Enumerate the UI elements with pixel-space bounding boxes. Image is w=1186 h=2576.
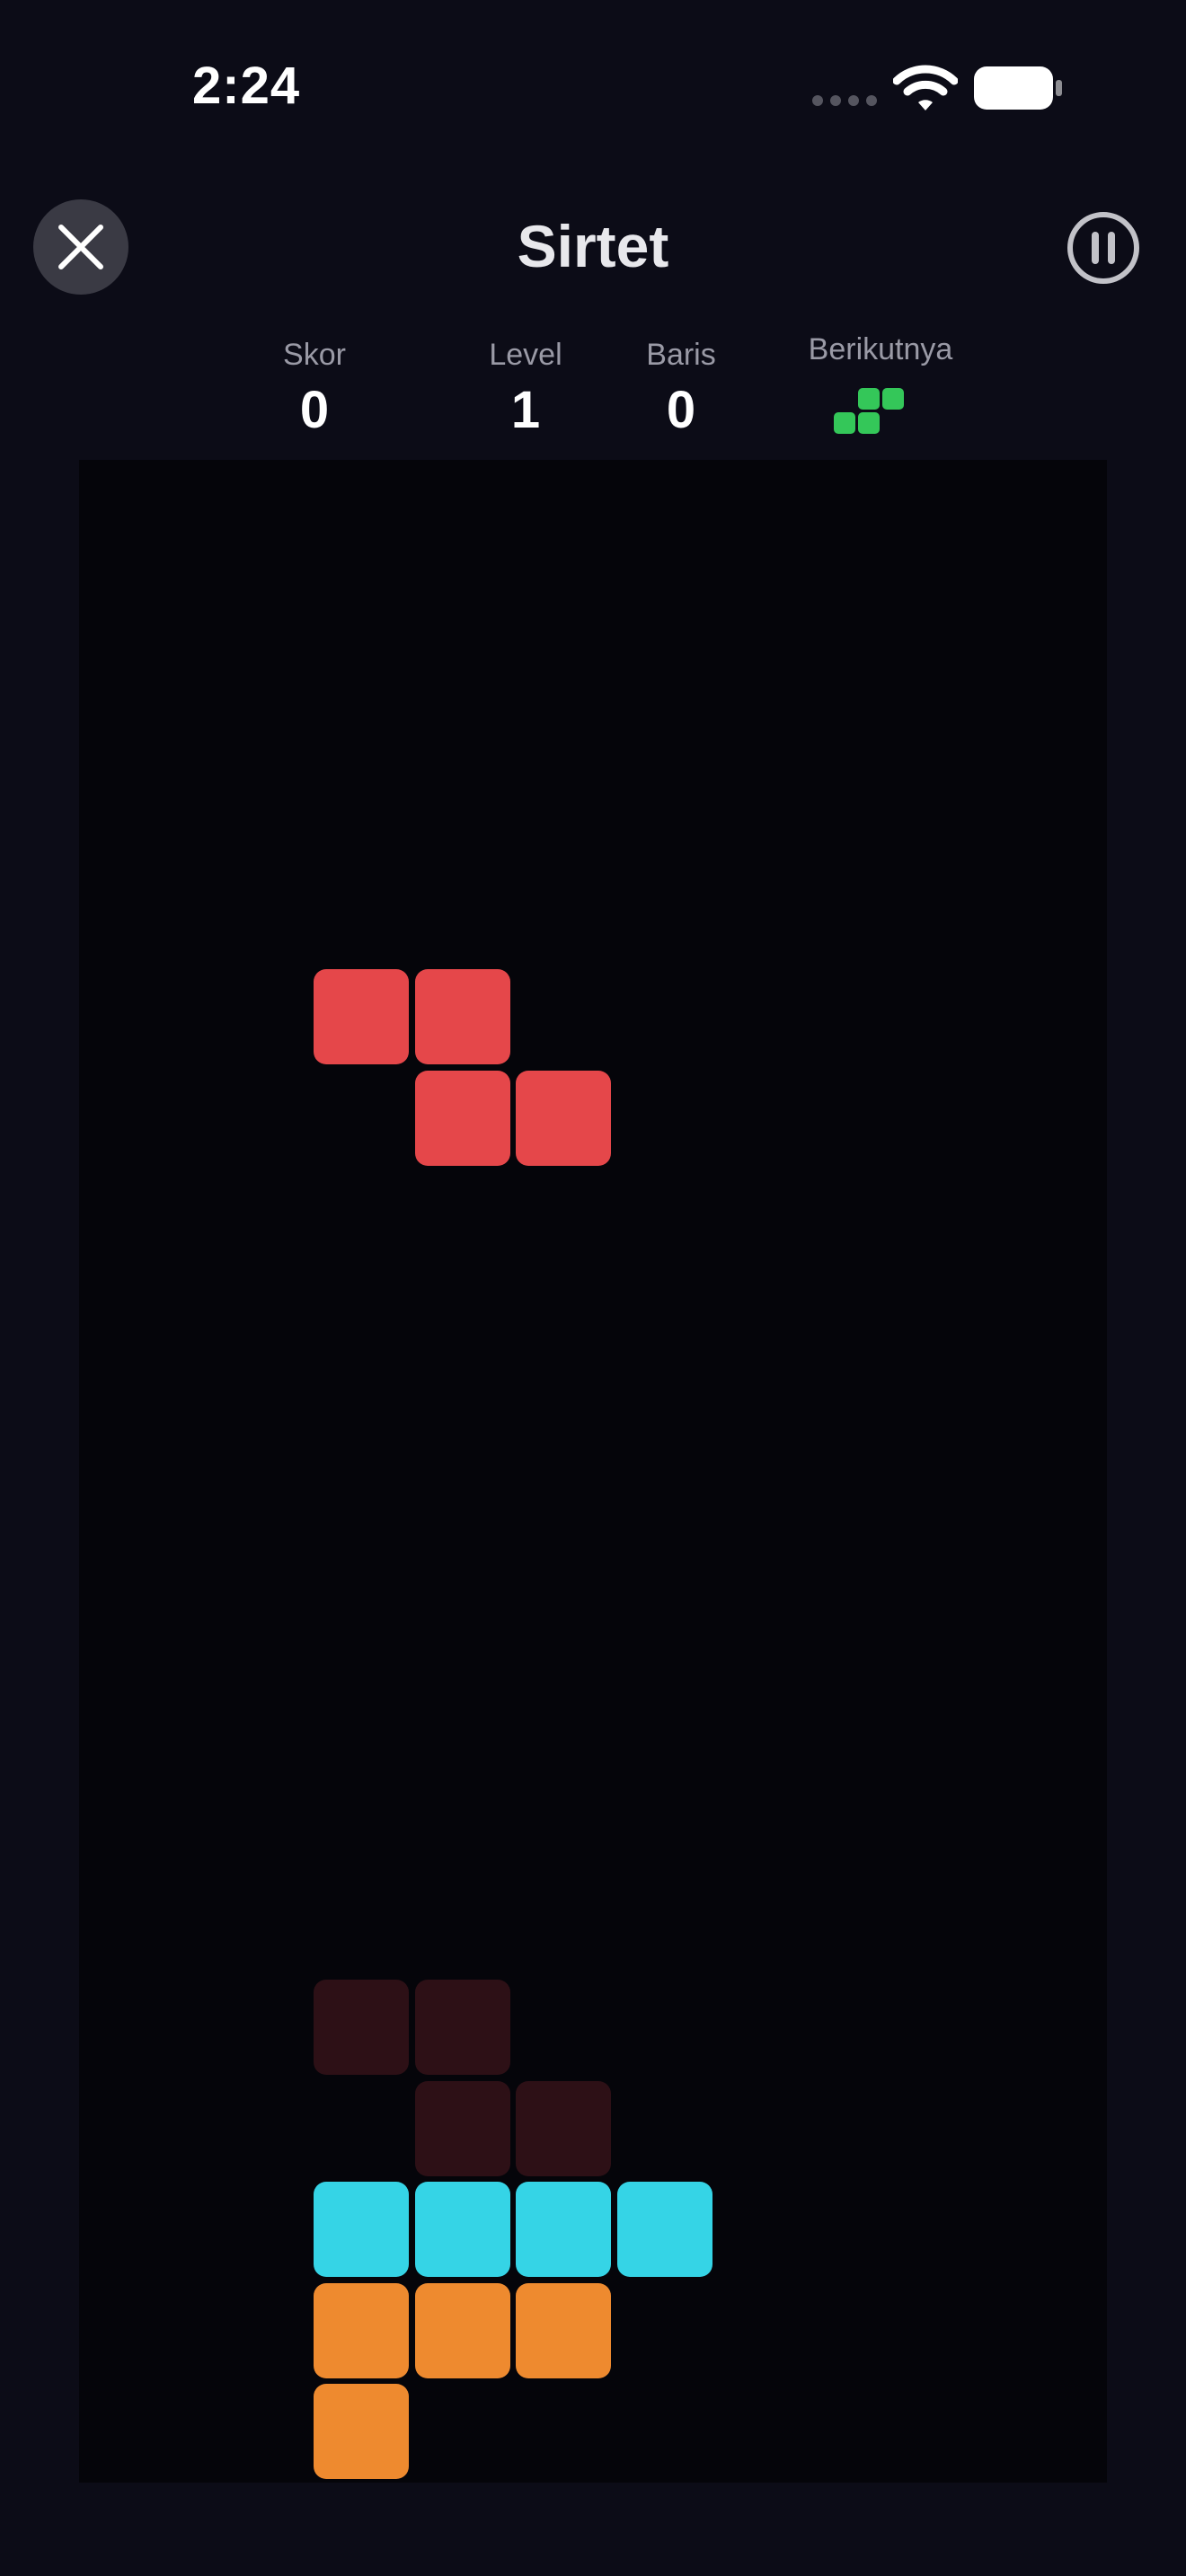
lines-value: 0 [666, 381, 696, 439]
active-piece-cell [314, 969, 409, 1064]
score-label: Skor [283, 338, 346, 372]
cellular-signal-icon [812, 95, 877, 106]
game-board[interactable] [79, 460, 1107, 2483]
locked-block-i [616, 2182, 712, 2277]
score-value: 0 [299, 381, 330, 439]
level-value: 1 [510, 381, 541, 439]
ghost-piece-cell [516, 2080, 611, 2176]
page-title: Sirtet [517, 213, 669, 279]
battery-icon [974, 66, 1062, 110]
active-piece-cell [516, 1070, 611, 1166]
active-piece-cell [414, 1070, 510, 1166]
score-stat: Skor 0 [252, 340, 377, 437]
next-stat: Berikutnya [773, 334, 988, 365]
lines-stat: Baris 0 [618, 340, 744, 437]
locked-block-l [414, 2282, 510, 2378]
locked-block-l [516, 2282, 611, 2378]
locked-block-i [516, 2182, 611, 2277]
active-piece-cell [414, 969, 510, 1064]
ghost-piece-cell [414, 2080, 510, 2176]
wifi-icon [893, 65, 958, 110]
locked-block-l [314, 2282, 409, 2378]
level-label: Level [489, 338, 562, 372]
locked-block-i [414, 2182, 510, 2277]
ghost-piece-cell [414, 1980, 510, 2075]
lines-label: Baris [646, 338, 716, 372]
next-piece-preview [834, 388, 904, 434]
level-stat: Level 1 [463, 340, 589, 437]
ghost-piece-cell [314, 1980, 409, 2075]
locked-block-l [314, 2384, 409, 2479]
next-label: Berikutnya [808, 332, 953, 366]
pause-button[interactable] [1066, 210, 1141, 286]
locked-block-i [314, 2182, 409, 2277]
status-time: 2:24 [192, 57, 301, 115]
